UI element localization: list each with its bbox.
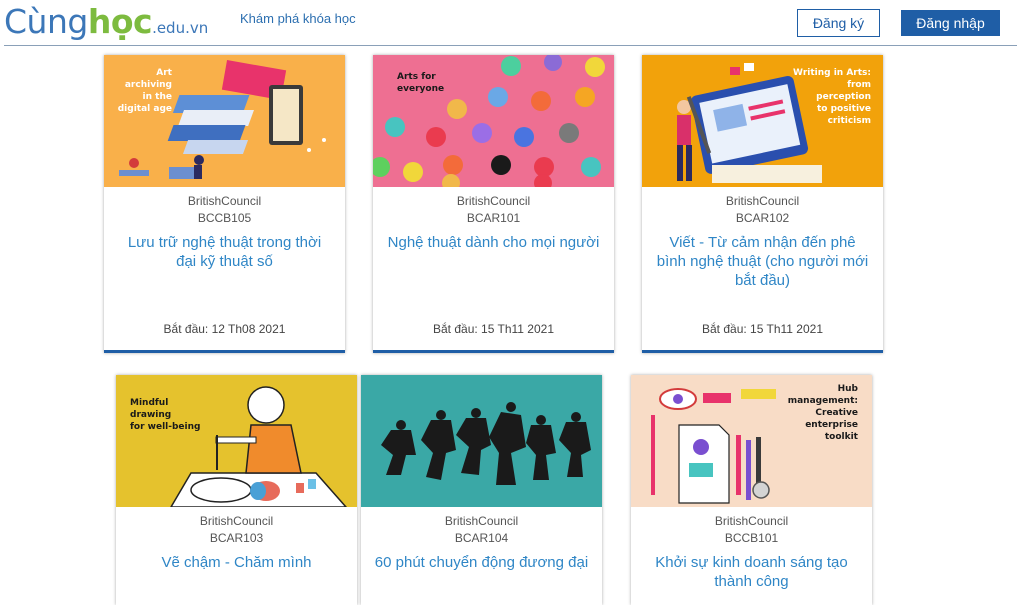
- course-thumbnail: Writing in Arts: from perception to posi…: [642, 55, 883, 187]
- course-title[interactable]: Lưu trữ nghệ thuật trong thời đại kỹ thu…: [116, 233, 333, 271]
- course-thumbnail: Art archiving in the digital age: [104, 55, 345, 187]
- thumbnail-caption: Writing in Arts: from perception to posi…: [793, 68, 871, 126]
- course-code: BCCB101: [724, 531, 779, 545]
- top-header: Cùnghọc.edu.vn Khám phá khóa học Đăng ký…: [0, 0, 1021, 46]
- logo-text-domain: .edu.vn: [152, 19, 209, 37]
- course-title[interactable]: Nghệ thuật dành cho mọi người: [385, 233, 602, 252]
- course-org: BritishCouncil: [456, 194, 531, 208]
- course-card[interactable]: Arts for everyone BritishCouncil BCAR101…: [373, 55, 614, 353]
- course-code: BCAR102: [735, 211, 790, 225]
- course-title[interactable]: Viết - Từ cảm nhận đến phê bình nghệ thu…: [654, 233, 871, 290]
- course-start-date: Bắt đầu: 15 Th11 2021: [702, 322, 823, 336]
- logo-text-cung: Cùng: [4, 2, 88, 41]
- explore-courses-link[interactable]: Khám phá khóa học: [240, 11, 356, 26]
- course-title[interactable]: Khởi sự kinh doanh sáng tạo thành công: [643, 553, 860, 591]
- course-org: BritishCouncil: [187, 194, 262, 208]
- thumbnail-caption: Art archiving in the digital age: [117, 68, 172, 114]
- register-button[interactable]: Đăng ký: [797, 9, 880, 37]
- course-thumbnail: [361, 375, 602, 507]
- course-card[interactable]: BritishCouncil BCAR104 60 phút chuyển độ…: [361, 375, 602, 605]
- course-org: BritishCouncil: [199, 514, 274, 528]
- course-card[interactable]: Art archiving in the digital age British…: [104, 55, 345, 353]
- course-start-date: Bắt đầu: 12 Th08 2021: [163, 322, 286, 336]
- thumbnail-caption: Mindful drawing for well-being: [130, 398, 201, 432]
- course-thumbnail: Arts for everyone: [373, 55, 614, 187]
- course-code: BCAR101: [466, 211, 521, 225]
- course-code: BCCB105: [197, 211, 252, 225]
- course-start-date: Bắt đầu: 15 Th11 2021: [433, 322, 554, 336]
- course-thumbnail: Mindful drawing for well-being: [116, 375, 357, 507]
- course-card[interactable]: Mindful drawing for well-being BritishCo…: [116, 375, 357, 605]
- login-button[interactable]: Đăng nhập: [901, 10, 1000, 36]
- thumbnail-caption: Arts for everyone: [397, 72, 445, 94]
- course-title[interactable]: 60 phút chuyển động đương đại: [373, 553, 590, 572]
- course-thumbnail: Hub management: Creative enterprise tool…: [631, 375, 872, 507]
- header-divider: [4, 45, 1017, 46]
- course-org: BritishCouncil: [714, 514, 789, 528]
- course-card[interactable]: Hub management: Creative enterprise tool…: [631, 375, 872, 605]
- thumbnail-caption: Hub management: Creative enterprise tool…: [787, 384, 858, 442]
- course-org: BritishCouncil: [444, 514, 519, 528]
- course-org: BritishCouncil: [725, 194, 800, 208]
- course-code: BCAR103: [209, 531, 264, 545]
- logo-text-hoc: học: [87, 2, 153, 41]
- course-card[interactable]: Writing in Arts: from perception to posi…: [642, 55, 883, 353]
- course-code: BCAR104: [454, 531, 509, 545]
- site-logo[interactable]: Cùnghọc.edu.vn: [4, 2, 208, 42]
- course-title[interactable]: Vẽ chậm - Chăm mình: [128, 553, 345, 572]
